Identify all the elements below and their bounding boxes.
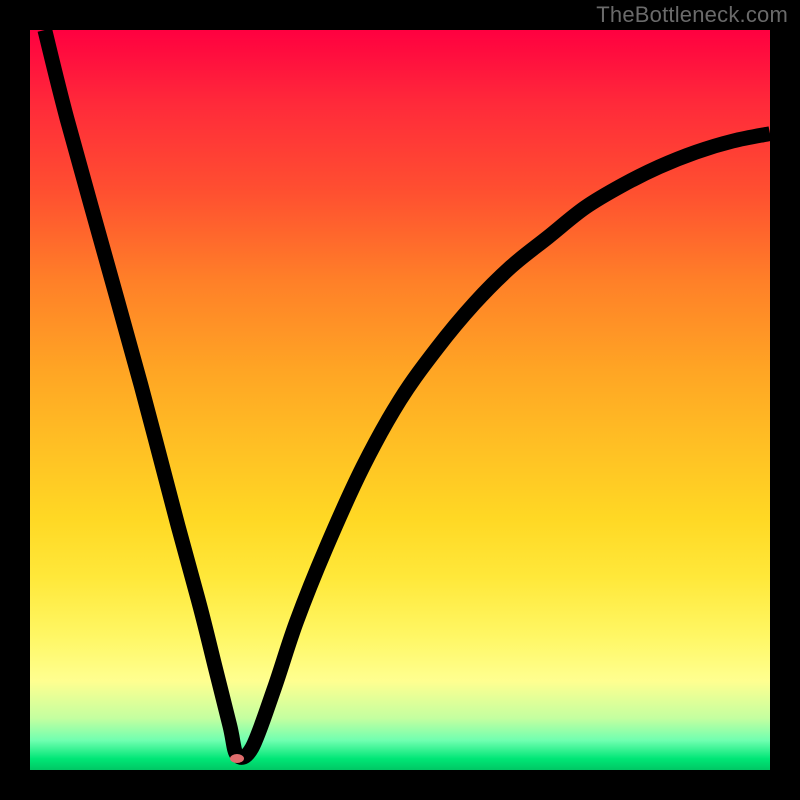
- bottleneck-curve: [45, 30, 770, 757]
- curve-layer: [30, 30, 770, 770]
- plot-area: [30, 30, 770, 770]
- attribution-text: TheBottleneck.com: [596, 2, 788, 28]
- chart-frame: TheBottleneck.com: [0, 0, 800, 800]
